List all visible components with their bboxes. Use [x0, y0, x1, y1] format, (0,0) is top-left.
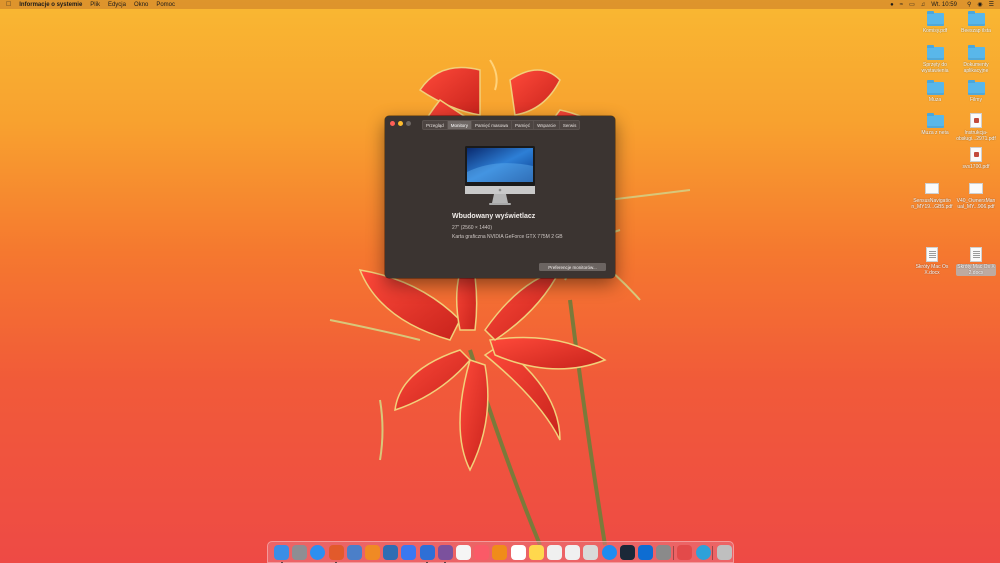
vlc-icon[interactable]: [492, 545, 508, 560]
desktop-icon-label: Komisy.pdf: [922, 28, 948, 34]
zoom-button[interactable]: [406, 121, 411, 126]
skype-icon[interactable]: ●: [890, 2, 894, 8]
desktop-file-v40[interactable]: V40_OwnersMan ual_MY...906.pdf: [952, 181, 1000, 210]
desktop-file-instrukcja[interactable]: Instrukcja- obsługi...2971.pdf: [952, 113, 1000, 142]
viber-icon[interactable]: [437, 545, 453, 560]
music-icon[interactable]: [474, 545, 490, 560]
word-file-icon: [970, 247, 982, 262]
airplay-icon[interactable]: ▭: [909, 1, 915, 8]
messages-icon[interactable]: [419, 545, 435, 560]
dock: [267, 541, 734, 563]
graphics-card: Karta graficzna NVIDIA GeForce GTX 775M …: [452, 234, 563, 240]
tab-pamiec-masowa[interactable]: Pamięć masowa: [472, 121, 513, 129]
window-titlebar[interactable]: Przegląd Monitory Pamięć masowa Pamięć W…: [385, 116, 615, 130]
desktop-icon-label: SensusNavigatio n_MY19...GB5.pdf: [911, 198, 953, 210]
safari-icon[interactable]: [310, 545, 326, 560]
wallpaper-flower: [329, 59, 691, 546]
desktop-icon-label: Muza z neta: [921, 130, 949, 136]
volume-icon[interactable]: ♫: [921, 2, 926, 8]
pdf-file-icon: [970, 147, 982, 162]
dock-separator: [672, 546, 674, 560]
menu-edycja[interactable]: Edycja: [108, 2, 126, 8]
finder-icon[interactable]: [274, 545, 289, 560]
teamviewer-icon[interactable]: [638, 545, 653, 560]
wifi-icon[interactable]: ≈: [900, 2, 903, 8]
pdf-file-icon: [969, 183, 983, 194]
pdf-file-icon: [970, 113, 982, 128]
menu-clock[interactable]: Wt. 10:59: [931, 2, 957, 8]
apple-icon[interactable]: : [6, 1, 11, 8]
desktop-icon-label: svs1700.pdf: [962, 164, 990, 170]
display-resolution: 27" (2560 × 1440): [452, 225, 492, 231]
folder-icon: [926, 113, 944, 128]
launchpad-icon[interactable]: [292, 545, 308, 560]
system-info-window: Przegląd Monitory Pamięć masowa Pamięć W…: [385, 116, 615, 278]
desktop-folder-beeszap[interactable]: Beeszap ilsta: [952, 11, 1000, 34]
desktop-file-svs1700[interactable]: svs1700.pdf: [952, 147, 1000, 170]
desktop-folder-dokumenty[interactable]: Dokumenty aplikacyjne: [952, 45, 1000, 74]
tab-bar: Przegląd Monitory Pamięć masowa Pamięć W…: [422, 120, 581, 130]
menu-app-name[interactable]: Informacje o systemie: [19, 2, 82, 8]
tab-monitory[interactable]: Monitory: [447, 121, 473, 129]
app-store-icon[interactable]: [601, 545, 617, 560]
minimize-button[interactable]: [398, 121, 403, 126]
tab-przeglad[interactable]: Przegląd: [423, 121, 448, 129]
folder-icon: [926, 45, 944, 60]
folder-icon: [926, 80, 944, 95]
display-preferences-button[interactable]: Preferencje monitorów...: [539, 263, 606, 271]
messenger-icon[interactable]: [401, 545, 417, 560]
menu-okno[interactable]: Okno: [134, 2, 148, 8]
desktop-icon-label: Skróty Mac Os X.docx: [915, 264, 949, 276]
notification-center-icon[interactable]: ☰: [989, 1, 994, 8]
desktop-icon-label: Skróty Mac Os X 2.docx: [956, 264, 996, 276]
menu-bar:  Informacje o systemie Plik Edycja Okno…: [0, 0, 1000, 9]
app-icon-2[interactable]: [383, 545, 399, 560]
pdf-file-icon: [925, 183, 939, 194]
textedit-icon[interactable]: [547, 545, 562, 560]
imac-icon: [465, 146, 535, 205]
globe-icon[interactable]: [695, 545, 711, 560]
preview-2-icon[interactable]: [583, 545, 599, 560]
desktop-file-skroty-2[interactable]: Skróty Mac Os X 2.docx: [952, 247, 1000, 276]
menu-extras: ● ≈ ▭ ♫ Wt. 10:59 ⚲ ◉ ☰: [890, 1, 994, 9]
folder-icon: [926, 11, 944, 26]
desktop-icon-label: Muza: [928, 97, 942, 103]
notes-icon[interactable]: [528, 545, 544, 560]
word-icon[interactable]: [565, 545, 581, 560]
siri-icon[interactable]: ◉: [977, 1, 982, 8]
tab-serwis[interactable]: Serwis: [560, 121, 580, 129]
spotlight-icon[interactable]: ⚲: [967, 1, 971, 8]
tab-pamiec[interactable]: Pamięć: [512, 121, 535, 129]
teamviewer-2-icon[interactable]: [677, 545, 693, 560]
steam-icon[interactable]: [619, 545, 635, 560]
firefox-icon[interactable]: [328, 545, 344, 560]
menu-plik[interactable]: Plik: [90, 2, 100, 8]
desktop-file-skroty-1[interactable]: Skróty Mac Os X.docx: [908, 247, 956, 276]
system-preferences-icon[interactable]: [656, 545, 672, 560]
dock-separator: [712, 546, 713, 560]
desktop-icon-label: Instrukcja- obsługi...2971.pdf: [956, 130, 996, 142]
desktop-icon-label: Beeszap ilsta: [961, 28, 991, 34]
desktop-icon-label: V40_OwnersMan ual_MY...906.pdf: [956, 198, 996, 210]
folder-icon: [967, 45, 985, 60]
trash-icon[interactable]: [716, 545, 732, 560]
desktop-icon-label: Filmy: [970, 97, 982, 103]
photos-icon[interactable]: [456, 545, 471, 560]
window-controls: [390, 121, 411, 126]
desktop-icon-label: Dokumenty aplikacyjne: [963, 62, 989, 74]
close-button[interactable]: [390, 121, 395, 126]
desktop-file-sensus[interactable]: SensusNavigatio n_MY19...GB5.pdf: [908, 181, 956, 210]
display-name: Wbudowany wyświetlacz: [452, 213, 536, 220]
menu-pomoc[interactable]: Pomoc: [156, 2, 175, 8]
desktop-icon-label: Sprzęty do wystawienia: [921, 62, 949, 74]
tab-wsparcie[interactable]: Wsparcie: [534, 121, 560, 129]
folder-icon: [967, 80, 985, 95]
app-icon[interactable]: [365, 545, 380, 560]
desktop-folder-filmy[interactable]: Filmy: [952, 80, 1000, 103]
preview-icon[interactable]: [346, 545, 362, 560]
calendar-icon[interactable]: [510, 545, 526, 560]
folder-icon: [967, 11, 985, 26]
word-file-icon: [926, 247, 938, 262]
